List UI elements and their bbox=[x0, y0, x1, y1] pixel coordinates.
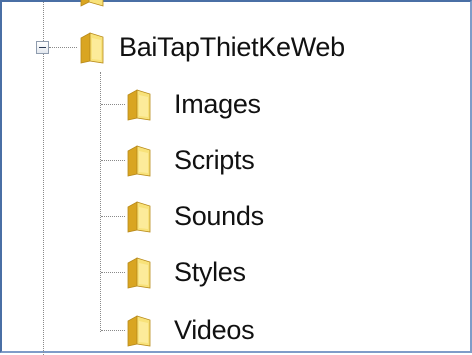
folder-icon bbox=[126, 255, 152, 289]
folder-icon bbox=[79, 30, 105, 64]
tree-item-images[interactable]: Images bbox=[174, 87, 261, 121]
minus-icon bbox=[39, 47, 46, 48]
tree-item-videos[interactable]: Videos bbox=[174, 313, 255, 347]
tree-connector bbox=[101, 216, 125, 217]
tree-connector bbox=[49, 47, 77, 48]
tree-item-root-label[interactable]: BaiTapThietKeWeb bbox=[119, 30, 345, 64]
tree-connector bbox=[101, 272, 125, 273]
collapse-toggle[interactable] bbox=[36, 41, 49, 54]
folder-icon bbox=[126, 313, 152, 347]
tree-connector bbox=[101, 330, 125, 331]
tree-item-sounds[interactable]: Sounds bbox=[174, 199, 264, 233]
folder-icon bbox=[126, 143, 152, 177]
tree-connector bbox=[101, 160, 125, 161]
folder-icon bbox=[79, 0, 105, 8]
folder-icon bbox=[126, 199, 152, 233]
tree-line bbox=[100, 72, 101, 332]
tree-item-scripts[interactable]: Scripts bbox=[174, 143, 255, 177]
tree-item-styles[interactable]: Styles bbox=[174, 255, 246, 289]
tree-connector bbox=[101, 104, 125, 105]
folder-icon bbox=[126, 87, 152, 121]
tree-line bbox=[43, 2, 44, 355]
folder-tree-panel: BaiTapThietKeWeb Images Scripts Sounds S… bbox=[0, 0, 472, 355]
